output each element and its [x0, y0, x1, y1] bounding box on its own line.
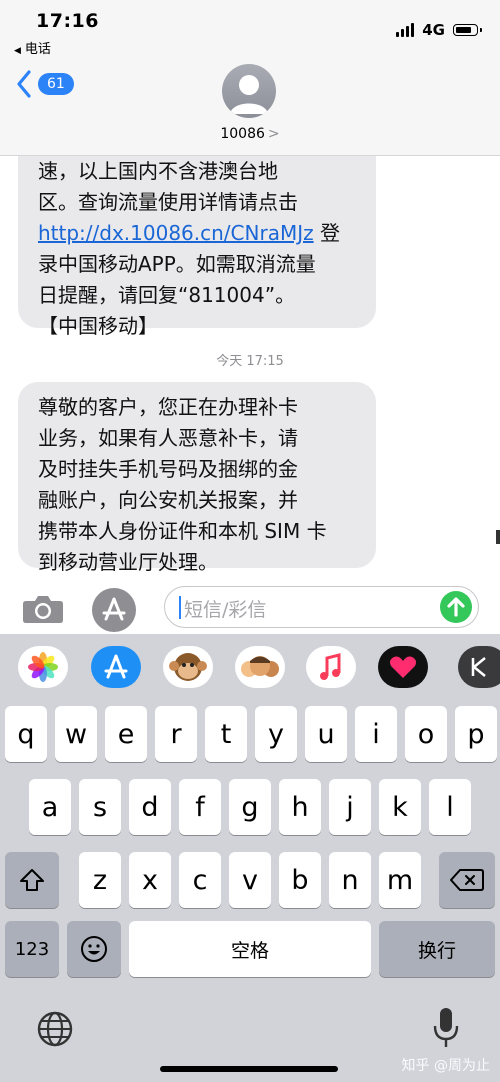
message-input-placeholder: 短信/彩信 — [184, 599, 267, 621]
scroll-indicator — [496, 530, 500, 544]
camera-icon[interactable] — [22, 594, 64, 624]
contact-name: 10086 — [220, 126, 265, 142]
chevron-left-icon — [17, 70, 31, 98]
keyboard: q w e r t y u i o p a s d f g h j k l z x c v b n m 123 空格 换行 知乎 @周为… — [0, 634, 500, 1082]
status-indicators: 4G — [396, 20, 482, 40]
key-o[interactable]: o — [405, 706, 447, 762]
message-line: 业务，如果有人恶意补卡，请 — [38, 426, 298, 450]
message-line: 及时挂失手机号码及捆绑的金 — [38, 457, 298, 481]
contact-avatar[interactable] — [222, 64, 276, 118]
send-button[interactable] — [440, 591, 472, 623]
key-y[interactable]: y — [255, 706, 297, 762]
key-l[interactable]: l — [429, 779, 471, 835]
space-key[interactable]: 空格 — [129, 921, 371, 977]
appstore-a-icon — [102, 597, 126, 621]
k-app-icon[interactable] — [458, 646, 500, 688]
key-g[interactable]: g — [229, 779, 271, 835]
message-line: 录中国移动APP。如需取消流量 — [38, 252, 316, 276]
conversation-header: 17:16 ◀ 电话 4G 61 10086 > — [0, 0, 500, 156]
message-input[interactable]: 短信/彩信 — [164, 586, 479, 628]
backspace-icon — [450, 869, 484, 891]
key-a[interactable]: a — [29, 779, 71, 835]
imessage-app-strip — [0, 634, 500, 700]
photos-app-icon[interactable] — [18, 646, 68, 688]
key-w[interactable]: w — [55, 706, 97, 762]
key-b[interactable]: b — [279, 852, 321, 908]
key-v[interactable]: v — [229, 852, 271, 908]
battery-icon — [453, 24, 482, 36]
text-caret — [179, 596, 181, 619]
unread-count-badge: 61 — [38, 73, 74, 95]
apps-button[interactable] — [92, 588, 136, 632]
key-j[interactable]: j — [329, 779, 371, 835]
key-r[interactable]: r — [155, 706, 197, 762]
message-timestamp: 今天 17:15 — [216, 354, 284, 369]
message-text: 登 — [313, 221, 340, 245]
message-line: 区。查询流量使用详情请点击 — [38, 190, 298, 214]
key-i[interactable]: i — [355, 706, 397, 762]
emoji-icon — [81, 936, 107, 962]
music-app-icon[interactable] — [306, 646, 356, 688]
contact-name-button[interactable]: 10086 > — [0, 126, 500, 142]
key-p[interactable]: p — [455, 706, 497, 762]
key-h[interactable]: h — [279, 779, 321, 835]
appstore-app-icon[interactable] — [91, 646, 141, 688]
key-k[interactable]: k — [379, 779, 421, 835]
back-button[interactable]: 61 — [16, 70, 74, 98]
message-line: 融账户，向公安机关报案，并 — [38, 488, 298, 512]
key-e[interactable]: e — [105, 706, 147, 762]
return-key[interactable]: 换行 — [379, 921, 495, 977]
watermark: 知乎 @周为止 — [401, 1058, 490, 1074]
key-c[interactable]: c — [179, 852, 221, 908]
message-link[interactable]: http://dx.10086.cn/CNraMJz — [38, 221, 314, 245]
key-q[interactable]: q — [5, 706, 47, 762]
key-z[interactable]: z — [79, 852, 121, 908]
cellular-signal-icon — [396, 23, 415, 37]
shift-icon — [20, 869, 44, 891]
numbers-key[interactable]: 123 — [5, 921, 59, 977]
key-x[interactable]: x — [129, 852, 171, 908]
chevron-right-icon: > — [267, 126, 280, 142]
home-indicator[interactable] — [160, 1066, 338, 1072]
compose-bar: 短信/彩信 — [0, 582, 500, 634]
back-triangle-icon: ◀ — [14, 46, 21, 56]
message-line: 日提醒，请回复“811004”。 — [38, 283, 296, 307]
emoji-key[interactable] — [67, 921, 121, 977]
back-app-label: 电话 — [24, 42, 51, 57]
key-n[interactable]: n — [329, 852, 371, 908]
key-f[interactable]: f — [179, 779, 221, 835]
shift-key[interactable] — [5, 852, 59, 908]
delete-key[interactable] — [439, 852, 495, 908]
key-u[interactable]: u — [305, 706, 347, 762]
key-s[interactable]: s — [79, 779, 121, 835]
globe-icon[interactable] — [36, 1010, 74, 1048]
message-bubble-received[interactable]: 尊敬的客户，您正在办理补卡 业务，如果有人恶意补卡，请 及时挂失手机号码及捆绑的… — [18, 382, 376, 574]
person-silhouette-icon — [230, 75, 268, 114]
key-m[interactable]: m — [379, 852, 421, 908]
animoji-monkey-icon[interactable] — [163, 646, 213, 688]
microphone-icon[interactable] — [432, 1006, 460, 1050]
back-to-app-link[interactable]: ◀ 电话 — [14, 38, 51, 57]
message-list[interactable]: 速，以上国内不含港澳台地 区。查询流量使用详情请点击 http://dx.100… — [0, 156, 500, 582]
message-line: 尊敬的客户，您正在办理补卡 — [38, 395, 298, 419]
digital-touch-icon[interactable] — [378, 646, 428, 688]
key-d[interactable]: d — [129, 779, 171, 835]
message-line: 【中国移动】 — [38, 314, 158, 338]
message-line: 速，以上国内不含港澳台地 — [38, 159, 278, 183]
arrow-up-icon — [447, 597, 465, 617]
memoji-stickers-icon[interactable] — [235, 646, 285, 688]
status-time: 17:16 — [36, 10, 99, 32]
key-t[interactable]: t — [205, 706, 247, 762]
message-bubble-received[interactable]: 速，以上国内不含港澳台地 区。查询流量使用详情请点击 http://dx.100… — [18, 156, 376, 338]
message-line: 到移动营业厅处理。 — [38, 550, 218, 574]
message-line: 携带本人身份证件和本机 SIM 卡 — [38, 519, 327, 543]
network-type: 4G — [422, 21, 445, 39]
